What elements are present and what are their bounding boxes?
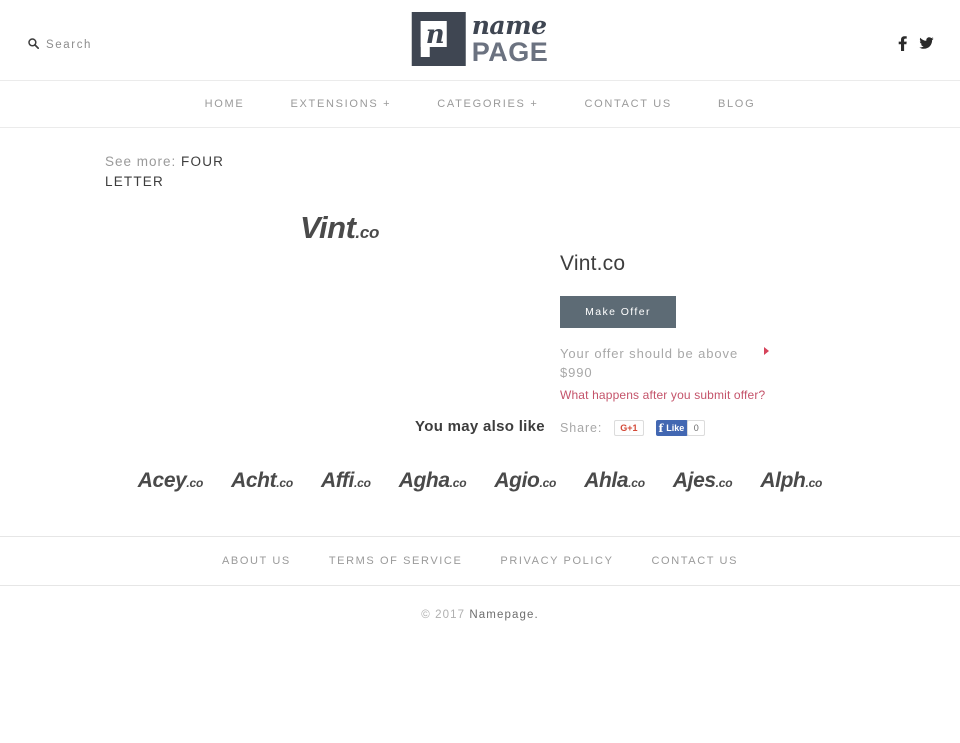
also-like-item-tld: .co: [449, 476, 467, 490]
search-icon: [28, 36, 40, 54]
also-like-item-tld: .co: [539, 476, 557, 490]
also-like-row: Acey.co Acht.co Affi.co Agha.co Agio.co …: [0, 469, 960, 493]
also-like-item[interactable]: Acey.co: [137, 469, 204, 493]
offer-minimum-note: Your offer should be above $990: [560, 344, 772, 382]
also-like-item-name: Ajes: [672, 469, 716, 492]
make-offer-button[interactable]: Make Offer: [560, 296, 676, 328]
social-links: [898, 36, 934, 51]
facebook-icon[interactable]: [898, 36, 907, 51]
also-like-item[interactable]: Agha.co: [399, 469, 467, 493]
also-like-item-tld: .co: [628, 476, 645, 490]
also-like-item[interactable]: Ahla.co: [584, 469, 645, 493]
facebook-like-label: Like: [666, 423, 685, 433]
logo-page-text: PAGE: [471, 36, 549, 67]
also-like-item-name: Acht: [231, 469, 277, 492]
share-row: Share: G+1 f Like 0: [560, 420, 860, 436]
also-like-item-tld: .co: [353, 476, 371, 490]
copyright-prefix: © 2017: [421, 609, 470, 621]
product-details: Vint.co Make Offer Your offer should be …: [560, 252, 860, 436]
nav-item-categories[interactable]: CATEGORIES +: [437, 98, 538, 110]
also-like-item[interactable]: Affi.co: [321, 469, 371, 493]
facebook-like-count[interactable]: 0: [687, 420, 706, 436]
also-like-item[interactable]: Agio.co: [494, 469, 556, 493]
search-label: Search: [46, 39, 93, 51]
also-like-item[interactable]: Alph.co: [760, 469, 822, 493]
facebook-like-button[interactable]: f Like: [655, 420, 689, 436]
also-like-item-tld: .co: [715, 476, 733, 490]
footer-link-contact-us[interactable]: CONTACT US: [652, 555, 739, 567]
search-button[interactable]: Search: [28, 36, 92, 54]
product-section: Vint.co Vint.co Make Offer Your offer sh…: [0, 192, 960, 436]
breadcrumb: See more: FOUR LETTER: [0, 152, 230, 192]
copyright: © 2017 Namepage.: [0, 586, 960, 621]
facebook-f-icon: f: [658, 421, 664, 435]
copyright-brand: Namepage.: [469, 609, 539, 621]
footer-navigation: ABOUT US TERMS OF SERVICE PRIVACY POLICY…: [0, 536, 960, 586]
offer-minimum-text: Your offer should be above $990: [560, 346, 739, 380]
share-label: Share:: [560, 421, 603, 435]
main-navigation: HOME EXTENSIONS + CATEGORIES + CONTACT U…: [0, 81, 960, 128]
also-like-item-name: Agha: [398, 469, 450, 492]
also-like-item-name: Affi: [320, 469, 354, 492]
also-like-item[interactable]: Acht.co: [231, 469, 293, 493]
also-like-item-name: Agio: [494, 469, 540, 492]
product-logo-name: Vint: [300, 210, 356, 245]
also-like-item-name: Alph: [760, 469, 806, 492]
top-bar: Search n name PAGE: [0, 0, 960, 81]
also-like-item[interactable]: Ajes.co: [673, 469, 733, 493]
google-plus-one-button[interactable]: G+1: [614, 420, 644, 436]
page-title: Vint.co: [560, 252, 626, 275]
product-logo-tld: .co: [355, 223, 380, 242]
also-like-item-tld: .co: [186, 476, 204, 490]
nav-item-blog[interactable]: BLOG: [718, 98, 755, 110]
also-like-item-tld: .co: [276, 476, 293, 490]
nav-item-extensions[interactable]: EXTENSIONS +: [290, 98, 391, 110]
offer-help-link[interactable]: What happens after you submit offer?: [560, 388, 765, 402]
also-like-item-name: Acey: [137, 469, 187, 492]
also-like-item-tld: .co: [805, 476, 823, 490]
product-logo: Vint.co: [300, 210, 379, 246]
nav-item-contact-us[interactable]: CONTACT US: [584, 98, 672, 110]
nav-item-home[interactable]: HOME: [205, 98, 245, 110]
site-logo[interactable]: n name PAGE: [411, 10, 549, 67]
twitter-icon[interactable]: [919, 37, 934, 50]
footer-link-about-us[interactable]: ABOUT US: [222, 555, 291, 567]
triangle-marker-icon: [764, 347, 769, 355]
logo-mark-icon: n: [411, 12, 466, 66]
footer-link-privacy-policy[interactable]: PRIVACY POLICY: [500, 555, 613, 567]
footer-link-terms-of-service[interactable]: TERMS OF SERVICE: [329, 555, 463, 567]
breadcrumb-prefix: See more:: [105, 154, 177, 169]
also-like-item-name: Ahla: [584, 469, 629, 492]
logo-name-text: name: [471, 10, 547, 40]
logo-mark-letter: n: [425, 20, 445, 50]
